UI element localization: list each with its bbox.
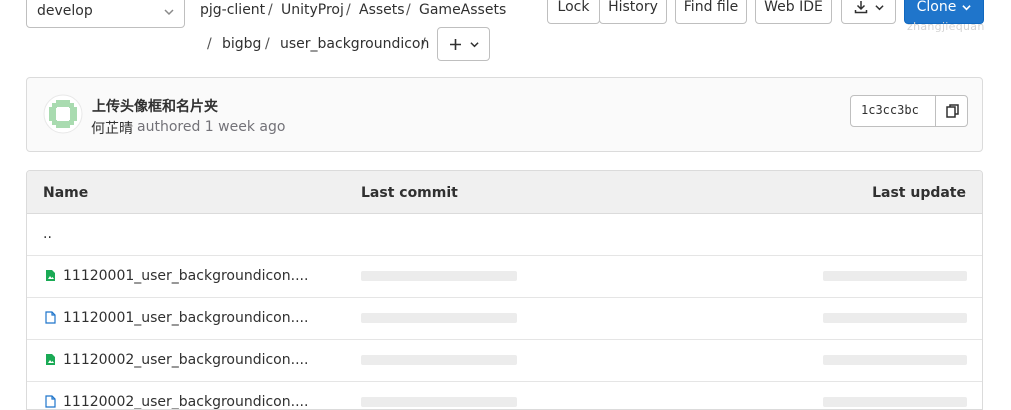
copy-icon	[946, 104, 959, 118]
table-header: Name Last commit Last update	[27, 171, 982, 214]
chevron-down-icon	[962, 3, 972, 12]
column-header-name: Name	[43, 185, 89, 201]
file-icon	[45, 395, 56, 408]
file-image-icon	[45, 353, 56, 366]
parent-directory-row[interactable]: ..	[27, 213, 982, 256]
file-image-icon	[45, 269, 56, 282]
last-commit-loading	[361, 355, 517, 365]
branch-selector[interactable]: develop	[26, 0, 185, 28]
find-file-button[interactable]: Find file	[675, 0, 747, 24]
breadcrumb-item[interactable]: GameAssets	[419, 2, 506, 18]
breadcrumb-item[interactable]: bigbg	[222, 36, 261, 52]
last-update-loading	[823, 397, 967, 407]
find-file-button-label: Find file	[683, 0, 739, 15]
user-tooltip: zhangjiequan	[907, 20, 985, 33]
chevron-down-icon	[164, 5, 174, 21]
file-name-link[interactable]: 11120001_user_backgroundicon....	[63, 268, 308, 284]
parent-directory-link[interactable]: ..	[43, 226, 52, 242]
plus-icon	[449, 38, 462, 51]
table-row[interactable]: 11120002_user_backgroundicon....	[27, 381, 982, 409]
web-ide-button[interactable]: Web IDE	[755, 0, 832, 24]
branch-value: develop	[37, 3, 93, 19]
chevron-down-icon	[874, 3, 884, 12]
breadcrumb-item[interactable]: user_backgroundicon	[280, 36, 429, 52]
commit-author[interactable]: 何芷晴	[91, 118, 133, 138]
commit-sha[interactable]: 1c3cc3bc	[861, 103, 919, 117]
lock-button[interactable]: Lock	[547, 0, 600, 24]
last-commit-loading	[361, 313, 517, 323]
column-header-last-update: Last update	[872, 185, 966, 201]
avatar[interactable]	[43, 94, 83, 134]
file-name-link[interactable]: 11120002_user_backgroundicon....	[63, 352, 308, 368]
file-icon	[45, 311, 56, 324]
download-icon	[854, 0, 868, 14]
file-tree-table: Name Last commit Last update .. 11120001…	[26, 170, 983, 410]
last-commit-panel: 上传头像框和名片夹 何芷晴 authored 1 week ago 1c3cc3…	[26, 77, 983, 152]
breadcrumb-separator: /	[207, 36, 212, 52]
download-button[interactable]	[841, 0, 896, 24]
commit-sha-group: 1c3cc3bc	[850, 95, 968, 127]
add-dropdown-button[interactable]	[437, 27, 490, 61]
breadcrumb-item[interactable]: pjg-client	[200, 2, 265, 18]
chevron-down-icon	[469, 40, 479, 49]
history-button[interactable]: History	[599, 0, 667, 24]
lock-button-label: Lock	[557, 0, 590, 15]
table-row[interactable]: 11120002_user_backgroundicon....	[27, 339, 982, 382]
last-update-loading	[823, 271, 967, 281]
file-name-link[interactable]: 11120002_user_backgroundicon....	[63, 394, 308, 409]
last-update-loading	[823, 355, 967, 365]
file-name-link[interactable]: 11120001_user_backgroundicon....	[63, 310, 308, 326]
breadcrumb-item[interactable]: Assets	[359, 2, 405, 18]
breadcrumb-separator: /	[265, 36, 270, 52]
table-row[interactable]: 11120001_user_backgroundicon....	[27, 297, 982, 340]
breadcrumb-item[interactable]: UnityProj	[281, 2, 344, 18]
web-ide-button-label: Web IDE	[764, 0, 823, 15]
table-row[interactable]: 11120001_user_backgroundicon....	[27, 255, 982, 298]
copy-sha-button[interactable]	[935, 95, 969, 127]
last-update-loading	[823, 313, 967, 323]
breadcrumb-separator: /	[346, 2, 351, 18]
commit-title[interactable]: 上传头像框和名片夹	[92, 96, 218, 116]
last-commit-loading	[361, 397, 517, 407]
history-button-label: History	[608, 0, 658, 15]
last-commit-loading	[361, 271, 517, 281]
breadcrumb-separator: /	[406, 2, 411, 18]
column-header-last-commit: Last commit	[361, 185, 458, 201]
breadcrumb-separator: /	[421, 36, 426, 52]
breadcrumb-separator: /	[268, 2, 273, 18]
clone-button-label: Clone	[916, 0, 957, 15]
commit-meta: authored 1 week ago	[137, 119, 286, 135]
